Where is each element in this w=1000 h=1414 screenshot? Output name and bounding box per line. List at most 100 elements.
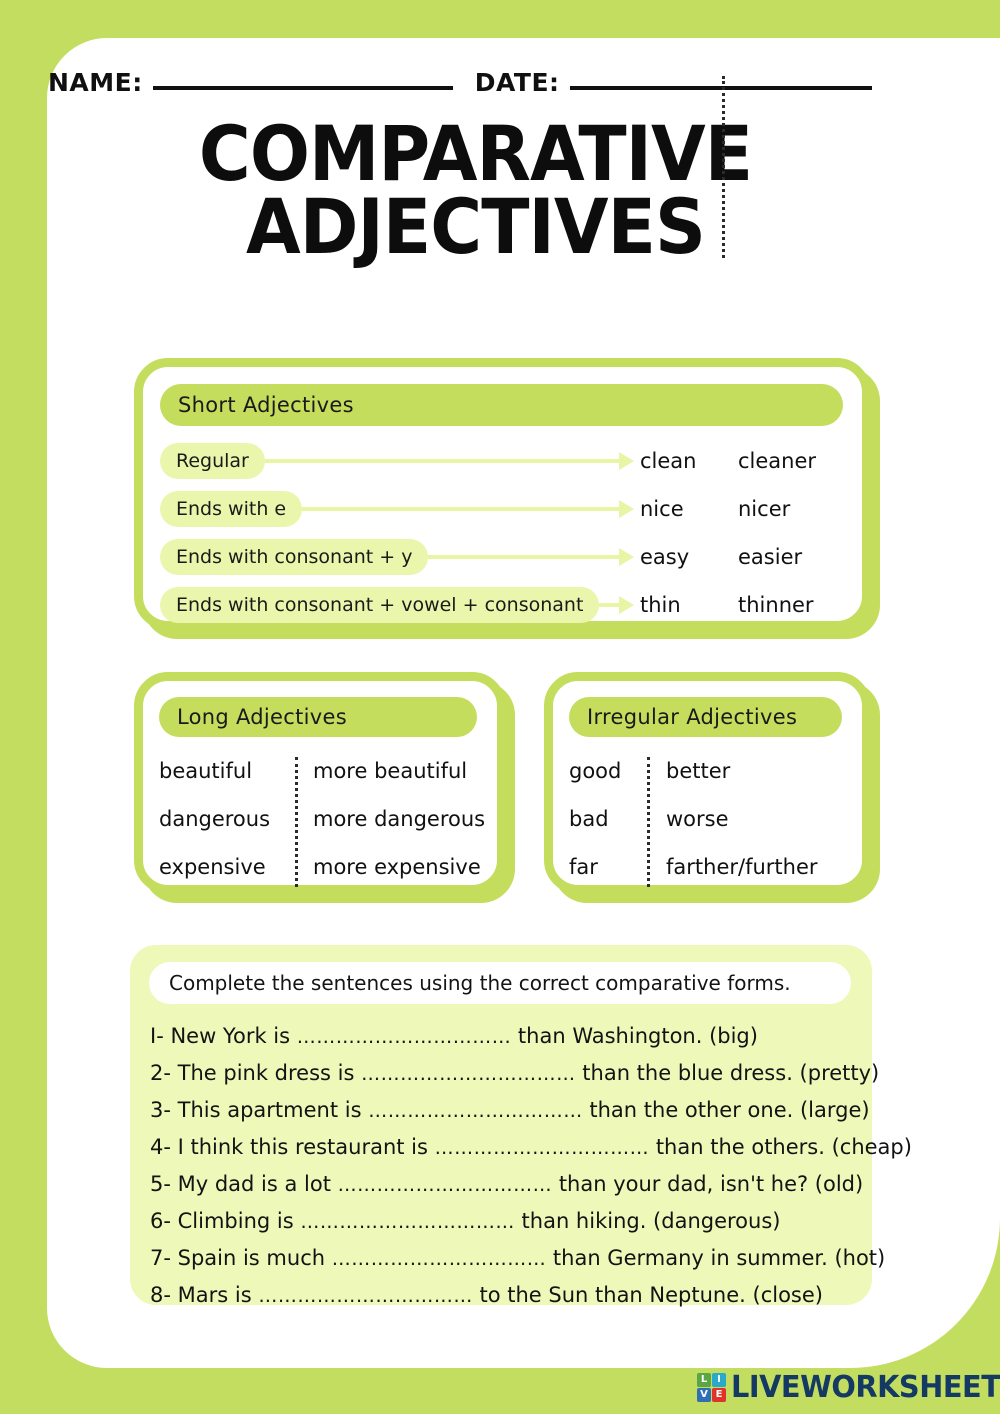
name-input-line[interactable] <box>152 86 453 90</box>
exercise-instruction-label: Complete the sentences using the correct… <box>169 971 791 995</box>
table-row: far farther/further <box>569 843 854 891</box>
arrow-right-icon <box>599 587 634 623</box>
exercise-section: Complete the sentences using the correct… <box>130 945 912 1307</box>
word-pair: clean cleaner <box>634 449 846 473</box>
base-word: easy <box>640 545 690 569</box>
table-row: Ends with consonant + vowel + consonant … <box>160 587 846 623</box>
arrow-right-icon <box>428 539 634 575</box>
question-number: I- <box>150 1024 164 1048</box>
question-number: 8- <box>150 1283 171 1307</box>
page-title-line-1: COMPARATIVE <box>198 109 753 198</box>
list-item[interactable]: 8- Mars is …………………………… to the Sun than N… <box>150 1277 858 1314</box>
base-word: bad <box>569 807 609 831</box>
rule-label: Regular <box>160 443 265 479</box>
question-text-before: New York is <box>163 1024 297 1048</box>
exercise-instruction: Complete the sentences using the correct… <box>149 962 851 1004</box>
irregular-adjectives-card: Irregular Adjectives good better bad wor… <box>544 672 871 894</box>
short-adjectives-card: Short Adjectives Regular clean cleaner E… <box>134 358 871 630</box>
question-text-before: This apartment is <box>170 1098 369 1122</box>
base-word: beautiful <box>159 759 253 783</box>
column-divider <box>647 757 650 887</box>
comparative-word: better <box>666 759 731 783</box>
list-item[interactable]: 5- My dad is a lot …………………………… than your… <box>150 1166 863 1203</box>
list-item[interactable]: 6- Climbing is …………………………… than hiking. … <box>150 1203 858 1240</box>
question-text-before: Mars is <box>170 1283 259 1307</box>
question-text-before: Climbing is <box>170 1209 301 1233</box>
comparative-word: more dangerous <box>313 807 486 831</box>
comparative-word: more beautiful <box>313 759 468 783</box>
question-text-after: than Washington. (big) <box>511 1024 758 1048</box>
arrow-right-icon <box>302 491 634 527</box>
question-text-after: than your dad, isn't he? (old) <box>552 1172 864 1196</box>
comparative-word: worse <box>666 807 729 831</box>
question-text-after: than hiking. (dangerous) <box>514 1209 781 1233</box>
table-row: expensive more expensive <box>159 843 489 891</box>
table-row: Regular clean cleaner <box>160 443 846 479</box>
table-row: dangerous more dangerous <box>159 795 489 843</box>
table-row: Ends with consonant + y easy easier <box>160 539 846 575</box>
answer-blank[interactable]: …………………………… <box>361 1063 576 1085</box>
base-word: good <box>569 759 622 783</box>
rule-label: Ends with e <box>160 491 303 527</box>
answer-blank[interactable]: …………………………… <box>297 1026 512 1048</box>
question-number: 3- <box>150 1098 171 1122</box>
long-adjectives-list: beautiful more beautiful dangerous more … <box>159 747 489 891</box>
question-text-before: I think this restaurant is <box>170 1135 435 1159</box>
answer-blank[interactable]: …………………………… <box>368 1100 583 1122</box>
list-item[interactable]: 3- This apartment is …………………………… than th… <box>150 1092 870 1129</box>
list-item[interactable]: 7- Spain is much …………………………… than German… <box>150 1240 885 1277</box>
date-label: DATE: <box>474 68 560 97</box>
question-number: 2- <box>150 1061 171 1085</box>
word-pair: thin thinner <box>634 593 846 617</box>
answer-blank[interactable]: …………………………… <box>338 1174 553 1196</box>
comparative-word: nicer <box>738 497 791 521</box>
logo-block-e: E <box>712 1388 726 1402</box>
comparative-word: farther/further <box>666 855 818 879</box>
base-word: dangerous <box>159 807 271 831</box>
logo-blocks-icon: L I V E <box>697 1373 726 1402</box>
name-label: NAME: <box>48 68 143 97</box>
table-row: good better <box>569 747 854 795</box>
answer-blank[interactable]: …………………………… <box>300 1211 515 1233</box>
brand-name: LIVEWORKSHEETS <box>731 1370 1000 1405</box>
comparative-word: thinner <box>738 593 814 617</box>
question-text-after: than Germany in summer. (hot) <box>546 1246 886 1270</box>
answer-blank[interactable]: …………………………… <box>435 1137 650 1159</box>
short-adjectives-heading-label: Short Adjectives <box>178 393 354 417</box>
base-word: nice <box>640 497 684 521</box>
answer-blank[interactable]: …………………………… <box>332 1248 547 1270</box>
question-number: 5- <box>150 1172 171 1196</box>
question-text-before: My dad is a lot <box>170 1172 338 1196</box>
list-item[interactable]: I- New York is …………………………… than Washingt… <box>150 1018 858 1055</box>
page-title-line-2: ADJECTIVES <box>246 181 706 271</box>
list-item[interactable]: 4- I think this restaurant is …………………………… <box>150 1129 912 1166</box>
question-text-after: than the others. (cheap) <box>649 1135 912 1159</box>
column-divider <box>722 76 725 258</box>
date-input-line[interactable] <box>569 86 872 90</box>
rule-label: Ends with consonant + y <box>160 539 429 575</box>
page-title: COMPARATIVE ADJECTIVES <box>78 109 873 271</box>
question-text-before: The pink dress is <box>170 1061 362 1085</box>
question-number: 4- <box>150 1135 171 1159</box>
question-text-after: to the Sun than Neptune. (close) <box>472 1283 823 1307</box>
question-text-after: than the blue dress. (pretty) <box>575 1061 880 1085</box>
logo-block-l: L <box>697 1373 711 1387</box>
liveworksheets-logo[interactable]: L I V E LIVEWORKSHEETS <box>697 1370 1000 1405</box>
logo-block-i: I <box>712 1373 726 1387</box>
long-adjectives-card: Long Adjectives beautiful more beautiful… <box>134 672 506 894</box>
column-divider <box>295 757 298 887</box>
base-word: expensive <box>159 855 266 879</box>
logo-block-v: V <box>697 1388 711 1402</box>
comparative-word: more expensive <box>313 855 481 879</box>
irregular-adjectives-list: good better bad worse far farther/furthe… <box>569 747 854 891</box>
word-pair: easy easier <box>634 545 846 569</box>
base-word: far <box>569 855 598 879</box>
question-text-after: than the other one. (large) <box>582 1098 870 1122</box>
comparative-word: cleaner <box>738 449 817 473</box>
word-pair: nice nicer <box>634 497 846 521</box>
rule-label: Ends with consonant + vowel + consonant <box>160 587 600 623</box>
list-item[interactable]: 2- The pink dress is …………………………… than th… <box>150 1055 879 1092</box>
base-word: clean <box>640 449 697 473</box>
irregular-adjectives-heading-label: Irregular Adjectives <box>587 705 798 729</box>
answer-blank[interactable]: …………………………… <box>258 1285 473 1307</box>
